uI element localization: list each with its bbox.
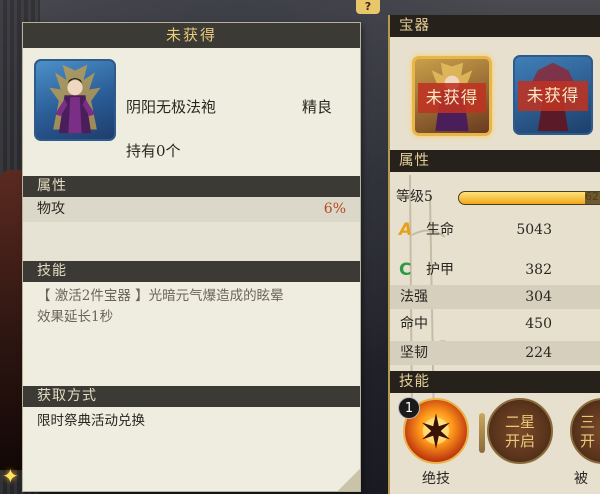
skill-caption: 被 bbox=[574, 471, 588, 487]
level-progress-fill bbox=[459, 192, 585, 204]
treasure-stats-panel: 宝器 未获得 未获得 属性 等级5 62 A 生命 5043 C 护甲 382 … bbox=[388, 15, 600, 494]
stat-row-tenacity: 坚韧 224 bbox=[390, 341, 600, 365]
attribute-label: 物攻 bbox=[37, 201, 65, 217]
stat-value: 224 bbox=[525, 345, 552, 361]
treasure-slot[interactable]: 未获得 bbox=[513, 55, 593, 135]
hp-a-icon: A bbox=[399, 220, 413, 240]
help-gem-icon[interactable]: ? bbox=[356, 0, 380, 14]
item-name: 阴阳无极法袍 bbox=[126, 98, 217, 116]
lock-condition-line: 二星 bbox=[504, 413, 535, 431]
item-status-title: 未获得 bbox=[23, 23, 360, 48]
skill-line: 效果延长1秒 bbox=[37, 309, 114, 325]
item-detail-panel: 未获得 阴阳无极法袍 精良 持有0个 属性 物攻 6% 技能 【 激活2件宝器 … bbox=[23, 23, 360, 491]
locked-skill-slot[interactable]: 二星 开启 bbox=[487, 398, 553, 464]
level-label: 等级5 bbox=[396, 189, 433, 205]
lock-condition-line: 开启 bbox=[504, 432, 535, 450]
stat-row-hp: A 生命 5043 bbox=[390, 218, 600, 242]
skills-heading: 技能 bbox=[390, 371, 600, 393]
locked-skill-slot[interactable]: 三 开 bbox=[570, 398, 600, 464]
attributes-heading: 属性 bbox=[23, 176, 360, 197]
obtain-heading: 获取方式 bbox=[23, 386, 360, 407]
level-progress-bar bbox=[458, 191, 600, 205]
level-row: 等级5 62 bbox=[390, 186, 600, 210]
skill-heading: 技能 bbox=[23, 261, 360, 282]
attribute-empty-row bbox=[23, 222, 360, 261]
not-obtained-stamp: 未获得 bbox=[518, 81, 588, 111]
stat-value: 450 bbox=[525, 316, 552, 332]
skill-count-badge: 1 bbox=[398, 397, 420, 419]
stat-row-spell-power: 法强 304 bbox=[390, 285, 600, 309]
skill-description: 【 激活2件宝器 】光暗元气爆造成的眩晕 效果延长1秒 bbox=[23, 282, 360, 386]
stat-value: 382 bbox=[525, 262, 552, 278]
not-obtained-stamp: 未获得 bbox=[418, 83, 486, 113]
item-header: 阴阳无极法袍 精良 持有0个 bbox=[23, 48, 360, 176]
stat-label: 坚韧 bbox=[400, 345, 428, 361]
skill-line: 【 激活2件宝器 】光暗元气爆造成的眩晕 bbox=[37, 288, 284, 304]
item-grade: 精良 bbox=[302, 98, 333, 116]
lock-condition-line: 三 bbox=[580, 413, 596, 431]
page-fold-corner bbox=[338, 469, 360, 491]
item-portrait bbox=[34, 59, 116, 141]
sparkle-icon: ✦ bbox=[2, 464, 19, 488]
skill-caption: 绝技 bbox=[422, 471, 450, 487]
attribute-row: 物攻 6% bbox=[23, 197, 360, 222]
item-owned-count: 持有0个 bbox=[126, 142, 181, 160]
stat-label: 护甲 bbox=[426, 262, 454, 278]
treasure-slot-selected[interactable]: 未获得 bbox=[412, 56, 492, 136]
armor-c-icon: C bbox=[399, 260, 412, 280]
stat-label: 生命 bbox=[426, 222, 454, 238]
robe-figure-icon bbox=[49, 64, 101, 134]
stat-row-accuracy: 命中 450 bbox=[390, 312, 600, 336]
stat-label: 命中 bbox=[400, 316, 428, 332]
level-progress-text: 62 bbox=[585, 190, 599, 203]
lock-condition-line: 开 bbox=[580, 432, 596, 450]
stat-row-armor: C 护甲 382 bbox=[390, 258, 600, 282]
stat-label: 法强 bbox=[400, 289, 428, 305]
treasure-heading: 宝器 bbox=[390, 15, 600, 37]
obtain-method: 限时祭典活动兑换 bbox=[37, 413, 145, 429]
stats-heading: 属性 bbox=[390, 150, 600, 172]
stat-value: 5043 bbox=[516, 222, 552, 238]
stat-value: 304 bbox=[525, 289, 552, 305]
attribute-value: 6% bbox=[323, 201, 346, 217]
skill-divider bbox=[479, 413, 485, 453]
